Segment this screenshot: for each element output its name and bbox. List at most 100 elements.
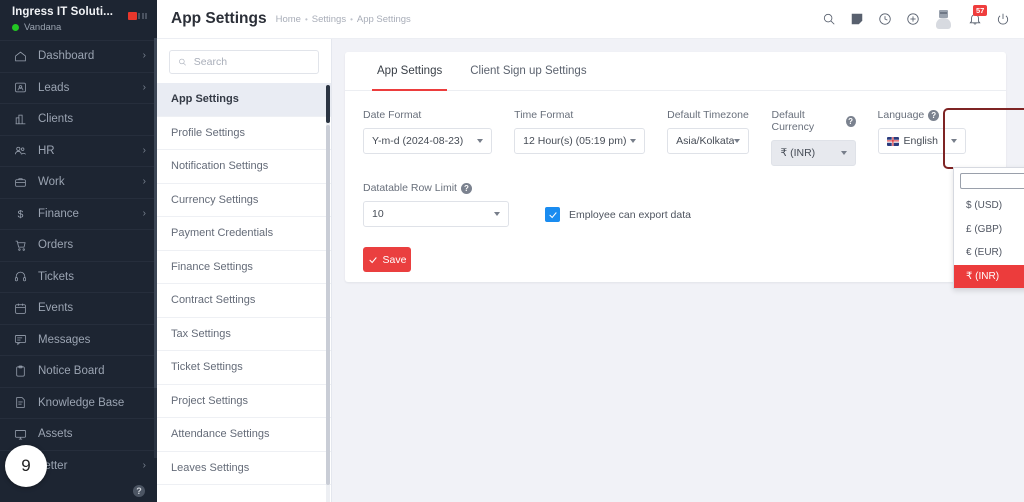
chevron-down-icon xyxy=(477,139,484,143)
settings-nav-item-currency-settings[interactable]: Currency Settings xyxy=(157,184,331,217)
sidebar-nav: Dashboard › Leads › Clients HR › Work › $ Finance ›… xyxy=(0,40,157,481)
settings-nav-item-leaves-settings[interactable]: Leaves Settings xyxy=(157,452,331,485)
logo-bars-icon xyxy=(138,13,147,19)
label-default-currency: Default Currency ? xyxy=(771,109,856,133)
status-badge: 57 xyxy=(973,4,988,16)
chevron-down-icon xyxy=(734,139,741,143)
sidebar-item-events[interactable]: Events xyxy=(0,292,157,324)
tab-app-settings[interactable]: App Settings xyxy=(363,52,456,91)
sidebar-item-dashboard[interactable]: Dashboard › xyxy=(0,40,157,72)
currency-option[interactable]: £ (GBP) xyxy=(954,218,1024,242)
page-title: App Settings xyxy=(171,10,267,27)
settings-nav-item-app-settings[interactable]: App Settings xyxy=(157,83,331,117)
sidebar-item-label: Assets xyxy=(38,428,73,441)
finance-icon: $ xyxy=(13,207,27,221)
settings-nav-item-ticket-settings[interactable]: Ticket Settings xyxy=(157,351,331,385)
sidebar-item-orders[interactable]: Orders xyxy=(0,229,157,261)
chevron-right-icon: › xyxy=(142,176,146,188)
field-default-timezone: Default Timezone Asia/Kolkata xyxy=(667,109,750,166)
main-area: App Settings Home • Settings • App Setti… xyxy=(157,0,1024,502)
default-currency-select[interactable]: ₹ (INR) xyxy=(771,140,856,166)
save-button-label: Save xyxy=(382,253,407,266)
currency-dropdown-search[interactable] xyxy=(960,173,1024,191)
currency-option[interactable]: ₹ (INR) xyxy=(954,264,1024,288)
currency-search-input[interactable] xyxy=(961,177,1024,191)
home-icon xyxy=(13,49,27,63)
label-language-text: Language xyxy=(877,109,925,121)
sidebar-item-messages[interactable]: Messages xyxy=(0,323,157,356)
settings-search-box[interactable] xyxy=(169,50,319,74)
chevron-down-icon xyxy=(494,212,500,216)
field-time-format: Time Format 12 Hour(s) (05:19 pm) xyxy=(514,109,646,166)
sidebar-item-label: Events xyxy=(38,302,74,315)
date-format-select[interactable]: Y-m-d (2024-08-23) xyxy=(363,128,493,154)
power-icon[interactable] xyxy=(995,12,1010,27)
avatar[interactable] xyxy=(935,9,952,29)
export-data-label: Employee can export data xyxy=(569,208,691,221)
clock-icon[interactable] xyxy=(877,12,892,27)
step-indicator-bubble: 9 xyxy=(5,445,47,487)
settings-nav-item-attendance-settings[interactable]: Attendance Settings xyxy=(157,418,331,452)
sidebar-item-label: Notice Board xyxy=(38,365,105,378)
settings-nav-item-contract-settings[interactable]: Contract Settings xyxy=(157,284,331,318)
breadcrumb-separator: • xyxy=(350,14,353,24)
company-name: Ingress IT Soluti... xyxy=(12,6,114,18)
breadcrumb-app-settings: App Settings xyxy=(356,13,411,25)
sidebar-item-leads[interactable]: Leads › xyxy=(0,71,157,104)
date-format-value: Y-m-d (2024-08-23) xyxy=(372,135,464,147)
datatable-row-limit-select[interactable]: 10 xyxy=(363,201,509,227)
breadcrumb-settings[interactable]: Settings xyxy=(312,14,346,25)
default-timezone-value: Asia/Kolkata xyxy=(676,135,735,147)
sidebar-item-tickets[interactable]: Tickets xyxy=(0,260,157,293)
sidebar-item-knowledge-base[interactable]: Knowledge Base xyxy=(0,386,157,419)
top-bar-icons: 57 xyxy=(821,4,1010,29)
sidebar-item-hr[interactable]: HR › xyxy=(0,134,157,167)
settings-nav-item-payment-credentials[interactable]: Payment Credentials xyxy=(157,217,331,251)
save-button[interactable]: Save xyxy=(363,247,411,272)
note-icon[interactable] xyxy=(849,12,864,27)
export-data-checkbox[interactable] xyxy=(545,207,560,222)
time-format-select[interactable]: 12 Hour(s) (05:19 pm) xyxy=(514,128,646,154)
search-icon[interactable] xyxy=(821,12,836,27)
currency-option[interactable]: $ (USD) xyxy=(954,194,1024,218)
sidebar-item-finance[interactable]: $ Finance › xyxy=(0,197,157,230)
tab-client-sign-up-settings[interactable]: Client Sign up Settings xyxy=(456,52,600,90)
settings-nav-item-tax-settings[interactable]: Tax Settings xyxy=(157,318,331,351)
currency-option-list: $ (USD) £ (GBP) € (EUR) ₹ (INR) xyxy=(954,194,1024,288)
search-input[interactable] xyxy=(193,56,310,68)
currency-option[interactable]: € (EUR) xyxy=(954,241,1024,265)
clients-icon xyxy=(13,112,27,126)
sidebar-item-label: Work xyxy=(38,176,65,189)
language-select[interactable]: English xyxy=(877,128,966,154)
check-icon xyxy=(368,256,377,263)
tickets-icon xyxy=(13,270,27,284)
plus-circle-icon[interactable] xyxy=(905,12,920,27)
field-default-currency: Default Currency ? ₹ (INR) xyxy=(771,109,856,166)
settings-nav-item-finance-settings[interactable]: Finance Settings xyxy=(157,251,331,284)
settings-nav-item-project-settings[interactable]: Project Settings xyxy=(157,385,331,418)
sidebar-item-work[interactable]: Work › xyxy=(0,166,157,198)
export-data-checkbox-row[interactable]: Employee can export data xyxy=(545,207,691,227)
label-default-currency-text: Default Currency xyxy=(771,109,815,133)
events-icon xyxy=(13,301,27,315)
settings-nav-list: App Settings Profile Settings Notification… xyxy=(157,83,331,485)
default-timezone-select[interactable]: Asia/Kolkata xyxy=(667,128,750,154)
sidebar-item-label: Clients xyxy=(38,113,74,126)
chevron-down-icon xyxy=(630,139,637,143)
sidebar-item-notice-board[interactable]: Notice Board xyxy=(0,355,157,387)
help-icon[interactable]: ? xyxy=(460,182,472,194)
settings-nav-item-profile-settings[interactable]: Profile Settings xyxy=(157,117,331,150)
breadcrumb-home[interactable]: Home xyxy=(276,14,301,25)
settings-card: App Settings Client Sign up Settings Date… xyxy=(345,52,1006,282)
chevron-right-icon: › xyxy=(142,50,146,62)
settings-nav-scrollbar[interactable] xyxy=(326,85,330,502)
help-icon[interactable]: ? xyxy=(845,115,856,127)
bell-icon[interactable]: 57 xyxy=(967,4,988,27)
breadcrumb: Home • Settings • App Settings xyxy=(276,14,411,25)
label-datatable-row-limit-text: Datatable Row Limit xyxy=(363,182,457,194)
sidebar-item-clients[interactable]: Clients xyxy=(0,103,157,135)
settings-nav-item-notification-settings[interactable]: Notification Settings xyxy=(157,150,331,184)
help-icon[interactable]: ? xyxy=(133,485,145,497)
help-icon[interactable]: ? xyxy=(928,109,940,121)
avatar-body xyxy=(936,17,951,29)
